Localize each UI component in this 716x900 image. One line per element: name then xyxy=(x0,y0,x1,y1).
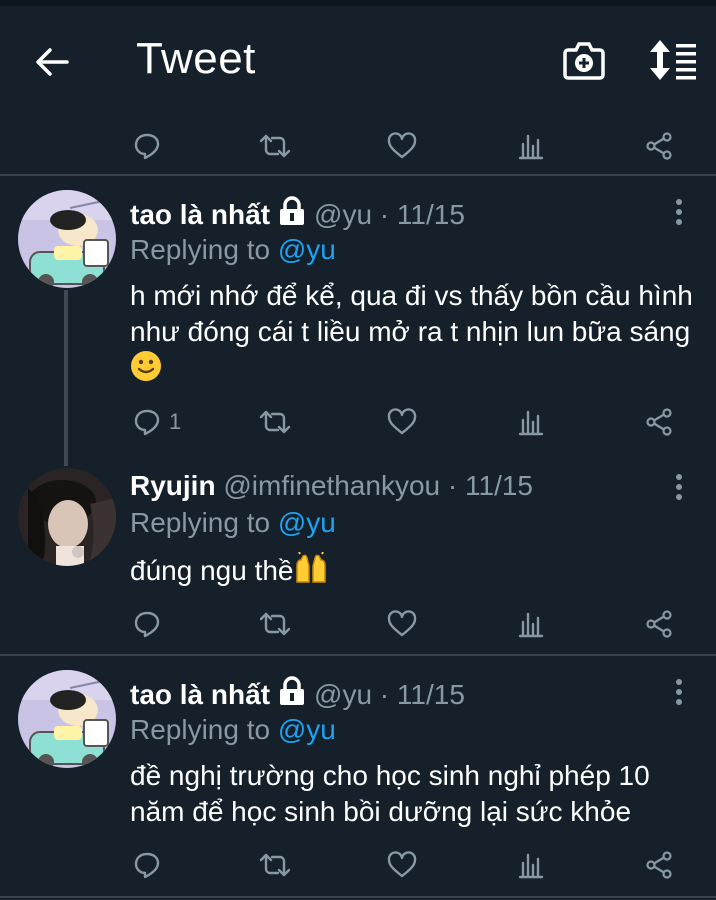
bar-chart-icon xyxy=(518,410,544,436)
tweet-body: đề nghị trường cho học sinh nghỉ phép 10… xyxy=(130,758,700,830)
mention-link[interactable]: @yu xyxy=(278,714,336,745)
sort-replies-button[interactable] xyxy=(648,38,698,82)
bar-chart-icon xyxy=(518,612,544,638)
app-header: Tweet xyxy=(0,6,716,114)
share-icon xyxy=(646,408,672,436)
time-separator: · xyxy=(379,678,390,710)
retweet-icon xyxy=(259,612,291,636)
back-button[interactable] xyxy=(32,42,72,82)
tweet-text: đúng ngu thề xyxy=(130,555,294,586)
more-options-button[interactable] xyxy=(674,199,684,229)
replying-to-label: Replying to xyxy=(130,714,271,745)
tweet-text: đề nghị trường cho học sinh nghỉ phép 10… xyxy=(130,760,650,827)
replying-to-label: Replying to xyxy=(130,234,271,265)
reply-button[interactable] xyxy=(133,843,161,887)
share-button[interactable] xyxy=(645,602,673,646)
like-button[interactable] xyxy=(387,400,417,444)
divider xyxy=(0,654,716,656)
tweet-3-actions xyxy=(0,843,716,887)
bar-chart-icon xyxy=(518,134,544,160)
tweet-2-actions xyxy=(0,602,716,646)
reply-icon xyxy=(134,852,160,879)
avatar-image xyxy=(18,468,116,566)
share-icon xyxy=(646,851,672,879)
page-title: Tweet xyxy=(136,34,256,83)
lock-icon xyxy=(278,196,306,233)
heart-icon xyxy=(387,610,417,637)
handle[interactable]: @yu xyxy=(314,199,372,231)
heart-icon xyxy=(387,851,417,878)
time-separator: · xyxy=(379,198,390,230)
time-separator: · xyxy=(447,470,458,501)
retweet-button[interactable] xyxy=(258,602,292,646)
display-name[interactable]: tao là nhất xyxy=(130,199,270,231)
timestamp[interactable]: 11/15 xyxy=(465,470,533,502)
retweet-icon xyxy=(259,410,291,434)
avatar-image xyxy=(18,670,116,768)
slightly-smiling-face-icon xyxy=(130,350,162,391)
analytics-button[interactable] xyxy=(518,602,544,646)
retweet-button[interactable] xyxy=(258,124,292,168)
reply-button[interactable] xyxy=(133,124,161,168)
mention-link[interactable]: @yu xyxy=(278,234,336,265)
reply-icon xyxy=(134,133,160,160)
analytics-button[interactable] xyxy=(518,400,544,444)
camera-plus-icon xyxy=(563,42,605,80)
avatar-tao-la-nhat[interactable] xyxy=(18,670,116,768)
sort-icon xyxy=(650,40,696,80)
handle[interactable]: @imfinethankyou xyxy=(223,470,440,502)
divider xyxy=(0,174,716,176)
retweet-button[interactable] xyxy=(258,843,292,887)
display-name[interactable]: Ryujin xyxy=(130,470,216,502)
tweet-text: h mới nhớ để kể, qua đi vs thấy bồn cầu … xyxy=(130,280,693,347)
avatar-tao-la-nhat[interactable] xyxy=(18,190,116,288)
more-options-button[interactable] xyxy=(674,474,684,504)
mention-link[interactable]: @yu xyxy=(278,507,336,538)
like-button[interactable] xyxy=(387,843,417,887)
retweet-button[interactable] xyxy=(258,400,292,444)
heart-icon xyxy=(387,132,417,159)
arrow-left-icon xyxy=(36,48,69,76)
add-photo-button[interactable] xyxy=(562,38,606,82)
avatar-image xyxy=(18,190,116,288)
reply-button[interactable]: 1 xyxy=(133,400,181,444)
display-name[interactable]: tao là nhất xyxy=(130,679,270,711)
handle[interactable]: @yu xyxy=(314,679,372,711)
bar-chart-icon xyxy=(518,853,544,879)
timestamp[interactable]: 11/15 xyxy=(397,679,465,711)
divider xyxy=(0,896,716,898)
retweet-icon xyxy=(259,134,291,158)
reply-button[interactable] xyxy=(133,602,161,646)
analytics-button[interactable] xyxy=(518,843,544,887)
tweet-body: đúng ngu thề xyxy=(130,551,700,593)
replying-to-label: Replying to xyxy=(130,507,271,538)
share-button[interactable] xyxy=(645,400,673,444)
retweet-icon xyxy=(259,853,291,877)
analytics-button[interactable] xyxy=(518,124,544,168)
reply-icon xyxy=(134,409,160,436)
reply-icon xyxy=(134,611,160,638)
share-icon xyxy=(646,610,672,638)
share-button[interactable] xyxy=(645,124,673,168)
share-icon xyxy=(646,132,672,160)
main-tweet-actions xyxy=(0,124,716,168)
like-button[interactable] xyxy=(387,602,417,646)
raising-hands-icon xyxy=(294,551,328,593)
tweet-body: h mới nhớ để kể, qua đi vs thấy bồn cầu … xyxy=(130,278,700,391)
reply-count: 1 xyxy=(169,409,182,434)
avatar-ryujin[interactable] xyxy=(18,468,116,566)
timestamp[interactable]: 11/15 xyxy=(397,199,465,231)
like-button[interactable] xyxy=(387,124,417,168)
heart-icon xyxy=(387,408,417,435)
more-options-button[interactable] xyxy=(674,679,684,709)
lock-icon xyxy=(278,676,306,713)
share-button[interactable] xyxy=(645,843,673,887)
tweet-1-actions: 1 xyxy=(0,400,716,444)
